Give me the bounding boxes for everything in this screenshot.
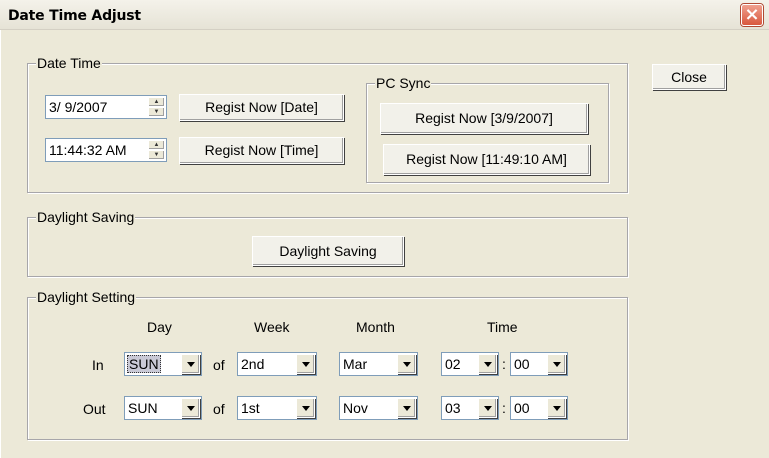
time-value: 11:44:32 AM [49, 142, 127, 158]
chevron-down-icon[interactable] [397, 354, 416, 374]
window-close-icon[interactable]: × [741, 4, 763, 26]
in-month-value: Mar [343, 356, 368, 372]
chevron-down-icon[interactable] [296, 354, 315, 374]
chevron-down-icon[interactable] [181, 398, 200, 418]
in-day-value: SUN [127, 355, 161, 373]
in-month-select[interactable]: Mar [339, 352, 418, 376]
window-title: Date Time Adjust [8, 8, 141, 24]
in-minute-value: 00 [514, 356, 530, 372]
chevron-down-icon[interactable] [547, 398, 566, 418]
header-week: Week [254, 319, 290, 335]
date-spinner[interactable]: 3/ 9/2007 ▲ ▼ [45, 95, 167, 119]
daylight-saving-legend: Daylight Saving [36, 209, 136, 225]
chevron-down-icon[interactable] [181, 354, 200, 374]
header-time: Time [487, 319, 518, 335]
in-label: In [92, 357, 104, 373]
out-hour-select[interactable]: 03 [441, 396, 499, 420]
time-spinner[interactable]: 11:44:32 AM ▲ ▼ [45, 138, 167, 162]
out-minute-select[interactable]: 00 [510, 396, 568, 420]
chevron-down-icon[interactable] [547, 354, 566, 374]
chevron-down-icon[interactable] [478, 398, 497, 418]
in-of-label: of [213, 357, 225, 373]
out-week-value: 1st [241, 400, 260, 416]
in-hour-value: 02 [445, 356, 461, 372]
out-colon: : [502, 400, 506, 416]
spin-up-down-icon[interactable]: ▲ ▼ [148, 97, 165, 117]
out-of-label: of [213, 401, 225, 417]
close-button[interactable]: Close [652, 64, 726, 90]
out-month-select[interactable]: Nov [339, 396, 418, 420]
header-day: Day [147, 319, 172, 335]
in-week-select[interactable]: 2nd [237, 352, 317, 376]
pc-sync-legend: PC Sync [375, 75, 432, 91]
out-minute-value: 00 [514, 400, 530, 416]
chevron-down-icon[interactable] [397, 398, 416, 418]
in-colon: : [502, 356, 506, 372]
out-week-select[interactable]: 1st [237, 396, 317, 420]
pc-sync-time-button[interactable]: Regist Now [11:49:10 AM] [383, 144, 590, 175]
in-minute-select[interactable]: 00 [510, 352, 568, 376]
spin-up-down-icon[interactable]: ▲ ▼ [148, 140, 165, 160]
spin-down-icon[interactable]: ▼ [148, 150, 165, 160]
pc-sync-date-button[interactable]: Regist Now [3/9/2007] [380, 103, 588, 134]
chevron-down-icon[interactable] [478, 354, 497, 374]
out-hour-value: 03 [445, 400, 461, 416]
regist-date-button[interactable]: Regist Now [Date] [179, 94, 344, 121]
regist-time-button[interactable]: Regist Now [Time] [179, 137, 344, 164]
out-label: Out [83, 401, 106, 417]
in-week-value: 2nd [241, 356, 265, 372]
title-bar: Date Time Adjust × [0, 0, 769, 30]
spin-up-icon[interactable]: ▲ [148, 140, 165, 150]
in-day-select[interactable]: SUN [124, 352, 202, 376]
daylight-setting-legend: Daylight Setting [36, 289, 137, 305]
spin-down-icon[interactable]: ▼ [148, 107, 165, 117]
in-hour-select[interactable]: 02 [441, 352, 499, 376]
chevron-down-icon[interactable] [296, 398, 315, 418]
date-time-legend: Date Time [36, 55, 102, 71]
out-day-select[interactable]: SUN [124, 396, 202, 420]
header-month: Month [356, 319, 395, 335]
date-value: 3/ 9/2007 [49, 99, 108, 115]
out-day-value: SUN [128, 400, 158, 416]
spin-up-icon[interactable]: ▲ [148, 97, 165, 107]
out-month-value: Nov [343, 400, 368, 416]
daylight-saving-button[interactable]: Daylight Saving [252, 236, 404, 266]
